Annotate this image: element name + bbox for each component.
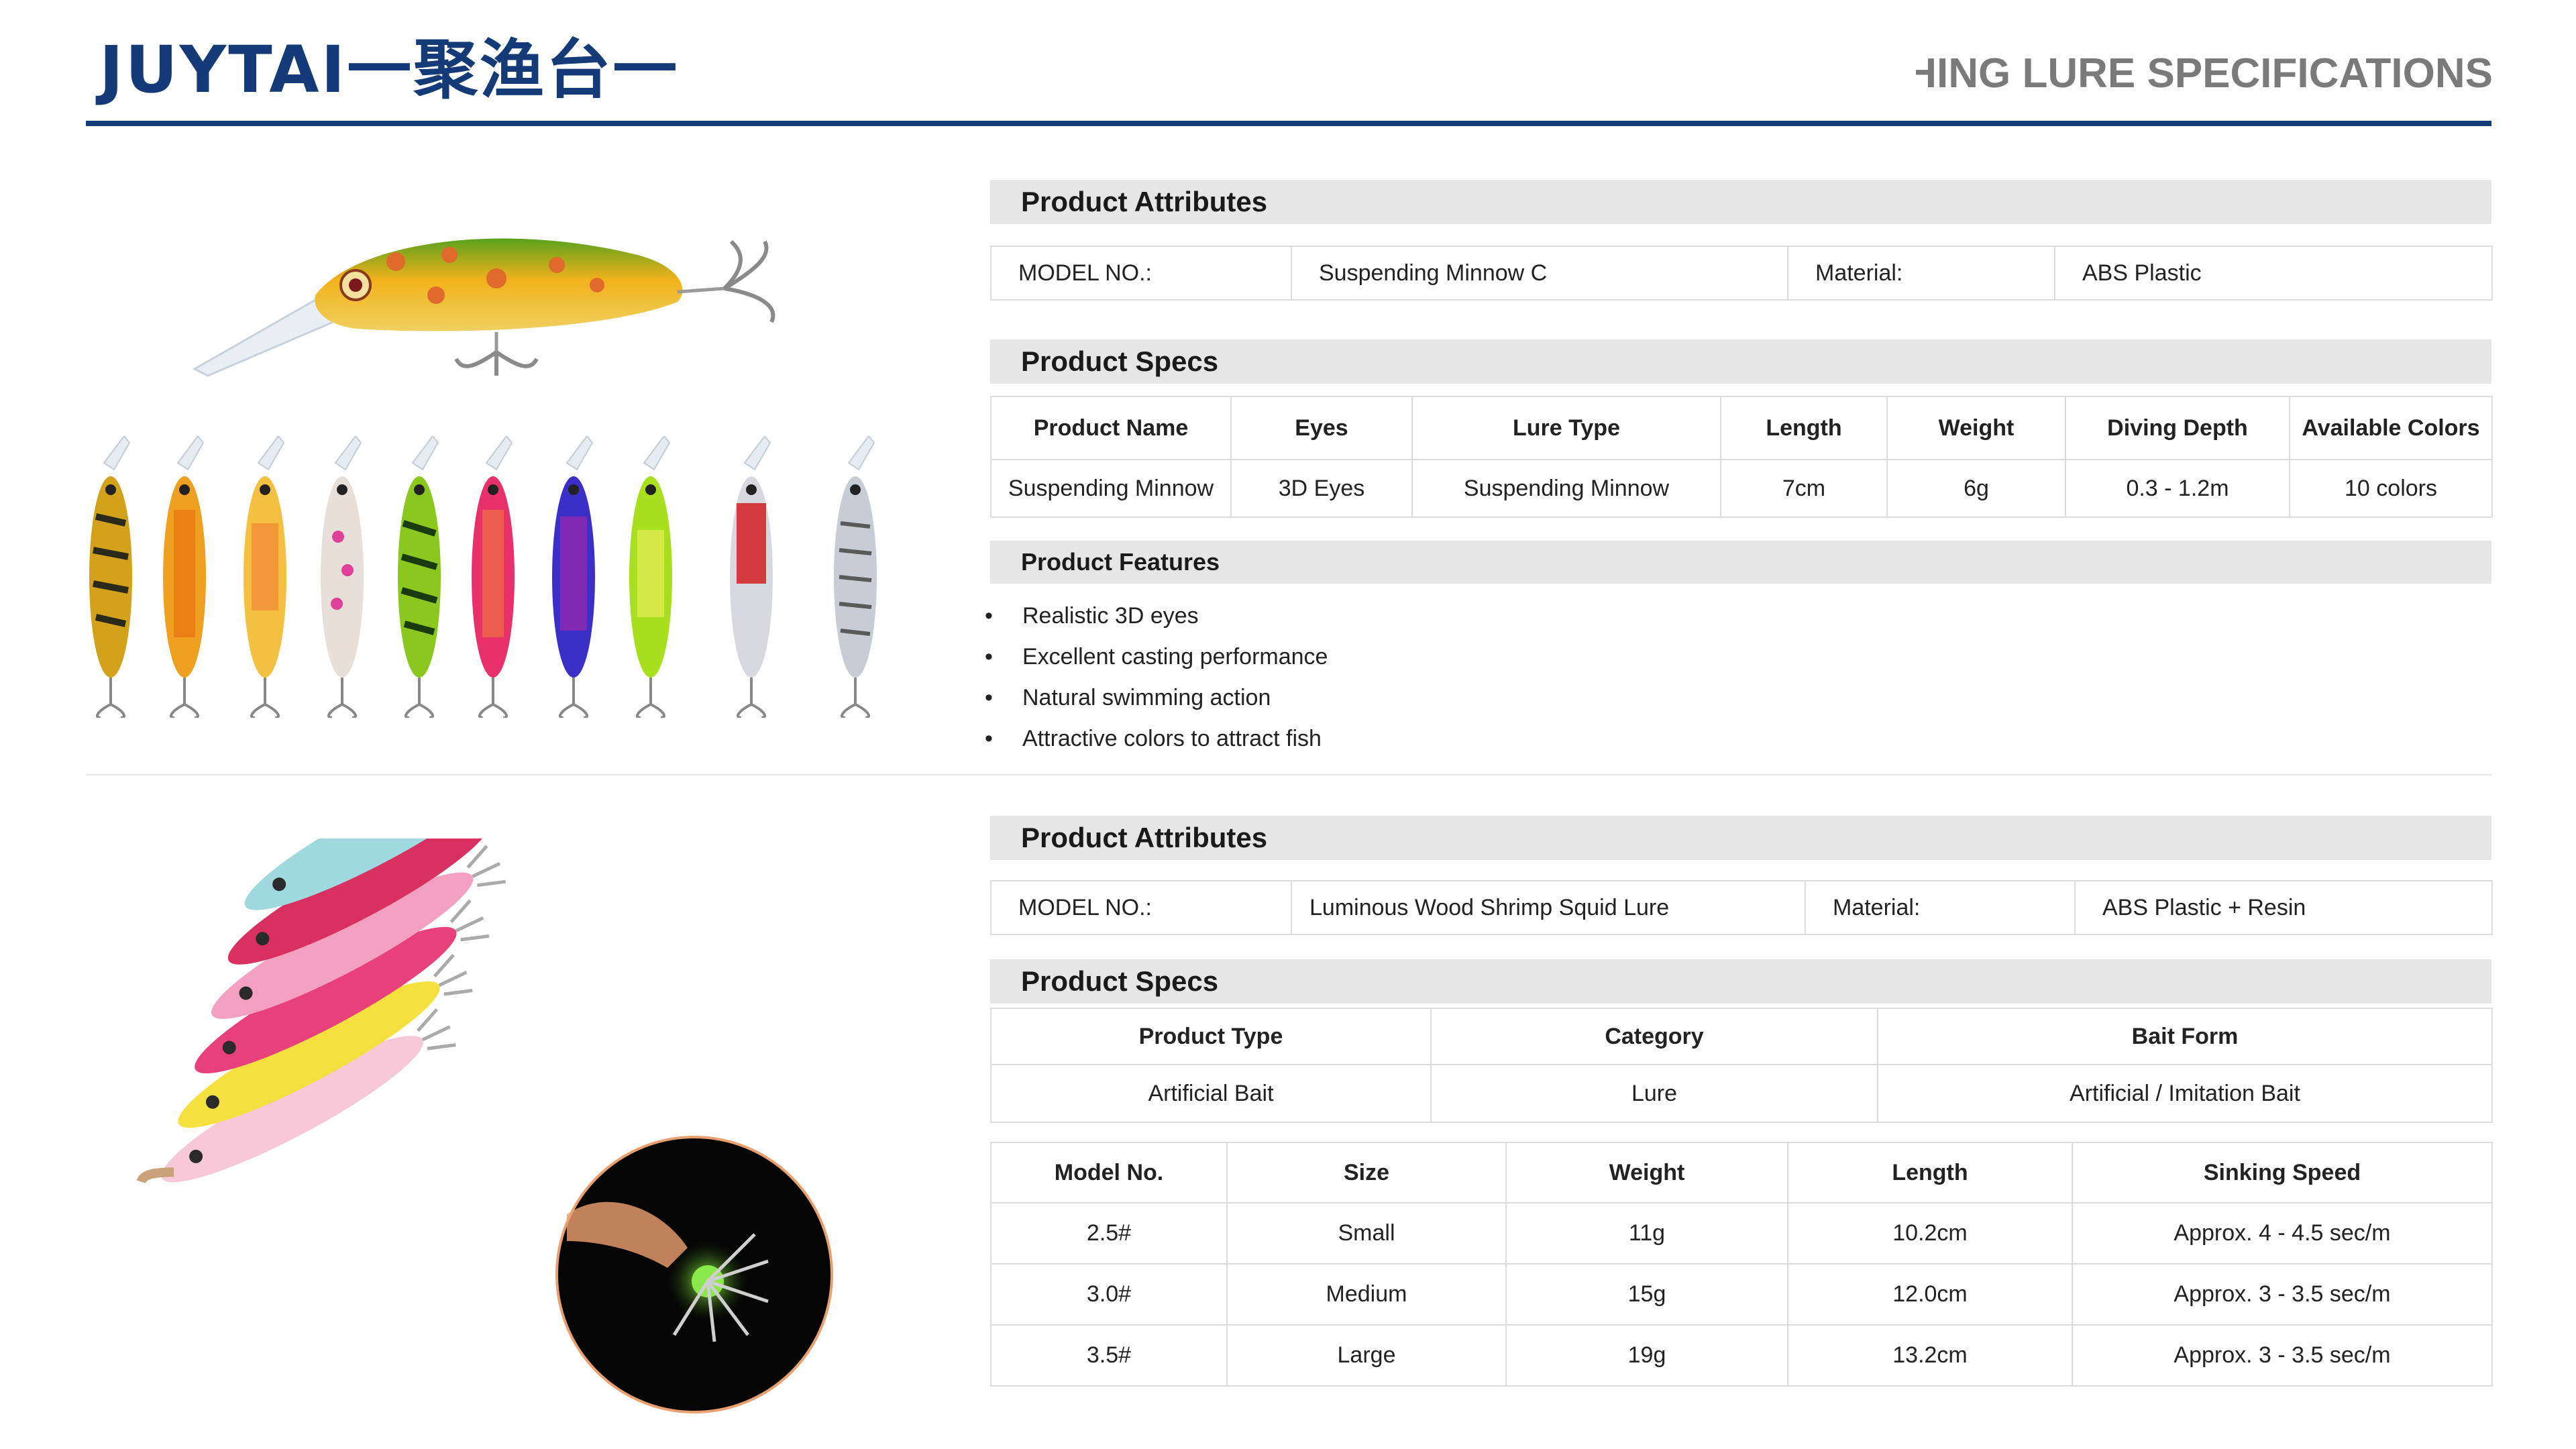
section2-size-table: Model No. Size Weight Length Sinking Spe… xyxy=(990,1142,2493,1387)
minnow-lure-image xyxy=(192,238,775,377)
section2-attributes-table: MODEL NO.: Luminous Wood Shrimp Squid Lu… xyxy=(990,880,2493,935)
cell-model-no: 2.5# xyxy=(990,1202,1228,1265)
header-eyes: Eyes xyxy=(1230,396,1413,460)
header-lure-type: Lure Type xyxy=(1411,396,1721,460)
header-category: Category xyxy=(1430,1008,1878,1065)
header-product-name: Product Name xyxy=(990,396,1232,460)
cell-eyes: 3D Eyes xyxy=(1230,459,1413,518)
cell-size: Medium xyxy=(1226,1263,1507,1326)
header-size: Size xyxy=(1226,1142,1507,1203)
model-value: Suspending Minnow C xyxy=(1291,246,1788,301)
header-length: Length xyxy=(1787,1142,2073,1203)
material-value: ABS Plastic xyxy=(2054,246,2493,301)
table-header-row: Product Type Category Bait Form xyxy=(990,1008,2493,1065)
section-divider xyxy=(86,774,2491,775)
table-row: MODEL NO.: Suspending Minnow C Material:… xyxy=(990,246,2493,301)
list-item: Excellent casting performance xyxy=(985,637,1328,678)
cell-size: Small xyxy=(1226,1202,1507,1265)
cell-model-no: 3.5# xyxy=(990,1324,1228,1387)
header-model-no: Model No. xyxy=(990,1142,1228,1203)
cell-length: 13.2cm xyxy=(1787,1324,2073,1387)
header-sinking-speed: Sinking Speed xyxy=(2072,1142,2493,1203)
cell-size: Large xyxy=(1226,1324,1507,1387)
material-label: Material: xyxy=(1805,880,2076,935)
section1-attributes-table: MODEL NO.: Suspending Minnow C Material:… xyxy=(990,246,2493,301)
header-diving-depth: Diving Depth xyxy=(2065,396,2290,460)
header-weight: Weight xyxy=(1505,1142,1788,1203)
section1-specs-heading: Product Specs xyxy=(990,339,2491,384)
section1-specs-table: Product Name Eyes Lure Type Length Weigh… xyxy=(990,396,2493,518)
document-title: FISHING LURE SPECIFICATIONS xyxy=(1916,47,2493,101)
document-title-text: FISHING LURE SPECIFICATIONS xyxy=(1916,50,2493,97)
table-row: MODEL NO.: Luminous Wood Shrimp Squid Lu… xyxy=(990,880,2493,935)
cell-product-name: Suspending Minnow xyxy=(990,459,1232,518)
table-row: 2.5# Small 11g 10.2cm Approx. 4 - 4.5 se… xyxy=(990,1202,2493,1265)
cell-model-no: 3.0# xyxy=(990,1263,1228,1326)
cell-weight: 15g xyxy=(1505,1263,1788,1326)
table-header-row: Product Name Eyes Lure Type Length Weigh… xyxy=(990,396,2493,460)
material-value: ABS Plastic + Resin xyxy=(2074,880,2493,935)
header-bait-form: Bait Form xyxy=(1877,1008,2493,1065)
cell-length: 12.0cm xyxy=(1787,1263,2073,1326)
model-value: Luminous Wood Shrimp Squid Lure xyxy=(1291,880,1806,935)
cell-sinking-speed: Approx. 4 - 4.5 sec/m xyxy=(2072,1202,2493,1265)
model-label: MODEL NO.: xyxy=(990,880,1292,935)
cell-length: 7cm xyxy=(1720,459,1888,518)
model-label: MODEL NO.: xyxy=(990,246,1292,301)
list-item: Attractive colors to attract fish xyxy=(985,718,1328,759)
cell-weight: 19g xyxy=(1505,1324,1788,1387)
material-label: Material: xyxy=(1787,246,2055,301)
section1-features-heading: Product Features xyxy=(990,541,2491,584)
cell-product-type: Artificial Bait xyxy=(990,1064,1432,1123)
cell-weight: 6g xyxy=(1886,459,2066,518)
table-row: 3.0# Medium 15g 12.0cm Approx. 3 - 3.5 s… xyxy=(990,1263,2493,1326)
section1-attributes-heading: Product Attributes xyxy=(990,180,2491,224)
cell-category: Lure xyxy=(1430,1064,1878,1123)
header-weight: Weight xyxy=(1886,396,2066,460)
cell-weight: 11g xyxy=(1505,1202,1788,1265)
section2-attributes-heading: Product Attributes xyxy=(990,816,2491,860)
cell-diving-depth: 0.3 - 1.2m xyxy=(2065,459,2290,518)
list-item: Realistic 3D eyes xyxy=(985,596,1328,637)
cell-sinking-speed: Approx. 3 - 3.5 sec/m xyxy=(2072,1324,2493,1387)
minnow-color-variants-image xyxy=(89,436,877,718)
header-length: Length xyxy=(1720,396,1888,460)
table-row: Artificial Bait Lure Artificial / Imitat… xyxy=(990,1064,2493,1123)
table-header-row: Model No. Size Weight Length Sinking Spe… xyxy=(990,1142,2493,1203)
table-row: 3.5# Large 19g 13.2cm Approx. 3 - 3.5 se… xyxy=(990,1324,2493,1387)
table-row: Suspending Minnow 3D Eyes Suspending Min… xyxy=(990,459,2493,518)
header-available-colors: Available Colors xyxy=(2289,396,2493,460)
brand-logo-text: JUYTAI一聚渔台一 xyxy=(99,32,680,107)
cell-sinking-speed: Approx. 3 - 3.5 sec/m xyxy=(2072,1263,2493,1326)
cell-available-colors: 10 colors xyxy=(2289,459,2493,518)
list-item: Natural swimming action xyxy=(985,678,1328,718)
header-rule xyxy=(86,121,2491,126)
features-list: Realistic 3D eyes Excellent casting perf… xyxy=(985,596,1328,759)
cell-length: 10.2cm xyxy=(1787,1202,2073,1265)
header-product-type: Product Type xyxy=(990,1008,1432,1065)
section2-type-table: Product Type Category Bait Form Artifici… xyxy=(990,1008,2493,1123)
cell-bait-form: Artificial / Imitation Bait xyxy=(1877,1064,2493,1123)
cell-lure-type: Suspending Minnow xyxy=(1411,459,1721,518)
luminous-jig-closeup-image xyxy=(555,1136,833,1413)
section2-specs-heading: Product Specs xyxy=(990,959,2491,1004)
